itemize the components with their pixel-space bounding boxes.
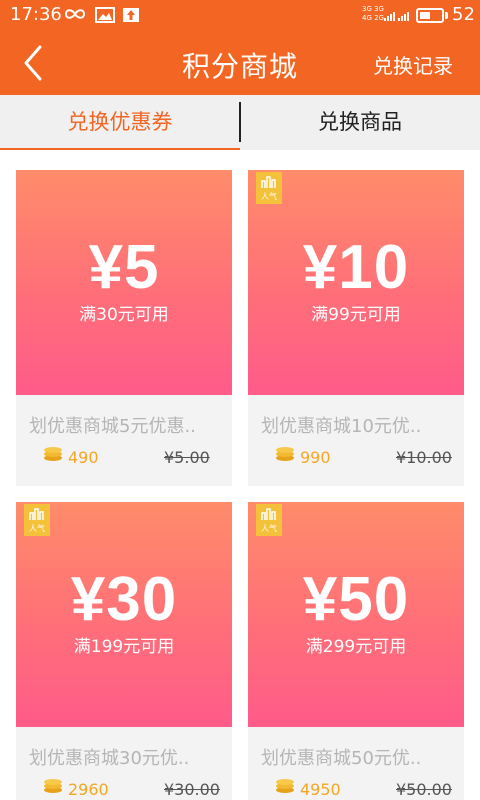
coupon-original-price: ¥30.00	[164, 780, 220, 799]
coupon-amount: ¥10	[302, 233, 410, 302]
coupon-condition: 满99元可用	[311, 305, 401, 325]
title-bar: 积分商城 兑换记录	[0, 30, 480, 95]
coupon-condition: 满199元可用	[73, 637, 175, 657]
coupon-amount: ¥50	[302, 565, 410, 634]
battery-icon	[416, 8, 444, 23]
bar-chart-icon	[261, 508, 276, 520]
coupon-card[interactable]: 人气 ¥30 满199元可用 划优惠商城30元优.. 2960 ¥30.00	[16, 502, 232, 800]
coin-icon	[44, 447, 62, 461]
coupon-name: 划优惠商城30元优..	[29, 748, 190, 769]
hot-badge: 人气	[256, 504, 282, 536]
hot-label: 人气	[261, 192, 277, 201]
bar-chart-icon	[261, 176, 276, 188]
battery-level: 52	[452, 4, 475, 25]
coupon-name: 划优惠商城10元优..	[261, 416, 422, 437]
coin-icon	[276, 779, 294, 793]
infinity-icon	[64, 9, 86, 19]
bar-chart-icon	[29, 508, 44, 520]
coupon-card[interactable]: 人气 ¥10 满99元可用 划优惠商城10元优.. 990 ¥10.00	[248, 170, 464, 486]
coupon-card[interactable]: 人气 ¥50 满299元可用 划优惠商城50元优.. 4950 ¥50.00	[248, 502, 464, 800]
coupon-amount: ¥30	[70, 565, 178, 634]
hot-label: 人气	[261, 524, 277, 533]
coupon-face: 人气 ¥50 满299元可用	[248, 502, 464, 727]
coupon-name: 划优惠商城5元优惠..	[29, 416, 196, 437]
coupon-face: 人气 ¥10 满99元可用	[248, 170, 464, 395]
coupon-points: 4950	[300, 780, 341, 799]
active-tab-indicator	[0, 148, 240, 150]
hot-badge: 人气	[256, 172, 282, 204]
coupon-name: 划优惠商城50元优..	[261, 748, 422, 769]
coupon-condition: 满30元可用	[79, 305, 169, 325]
coupon-points: 990	[300, 448, 331, 467]
gallery-icon	[95, 7, 115, 23]
status-bar: 17:36 3G 3G 4G 2G 52	[0, 0, 480, 30]
coupon-amount: ¥5	[88, 233, 160, 302]
coupon-card[interactable]: ¥5 满30元可用 划优惠商城5元优惠.. 490 ¥5.00	[16, 170, 232, 486]
signal-icon	[384, 12, 409, 21]
coupon-face: 人气 ¥30 满199元可用	[16, 502, 232, 727]
coupon-points: 490	[68, 448, 99, 467]
tab-bar: 兑换优惠券 兑换商品	[0, 95, 480, 150]
coupon-original-price: ¥50.00	[396, 780, 452, 799]
exchange-records-button[interactable]: 兑换记录	[373, 50, 453, 79]
upload-icon	[123, 8, 139, 22]
battery-tip	[445, 12, 448, 19]
hot-label: 人气	[29, 524, 45, 533]
coin-icon	[276, 447, 294, 461]
tab-coupons[interactable]: 兑换优惠券	[0, 95, 240, 150]
status-time: 17:36	[10, 4, 62, 25]
coupon-points: 2960	[68, 780, 109, 799]
hot-badge: 人气	[24, 504, 50, 536]
tab-goods[interactable]: 兑换商品	[240, 95, 480, 150]
coupon-condition: 满299元可用	[305, 637, 407, 657]
coin-icon	[44, 779, 62, 793]
coupon-face: ¥5 满30元可用	[16, 170, 232, 395]
coupon-original-price: ¥10.00	[396, 448, 452, 467]
network-indicator: 3G 3G 4G 2G	[362, 5, 384, 22]
coupon-original-price: ¥5.00	[164, 448, 210, 467]
